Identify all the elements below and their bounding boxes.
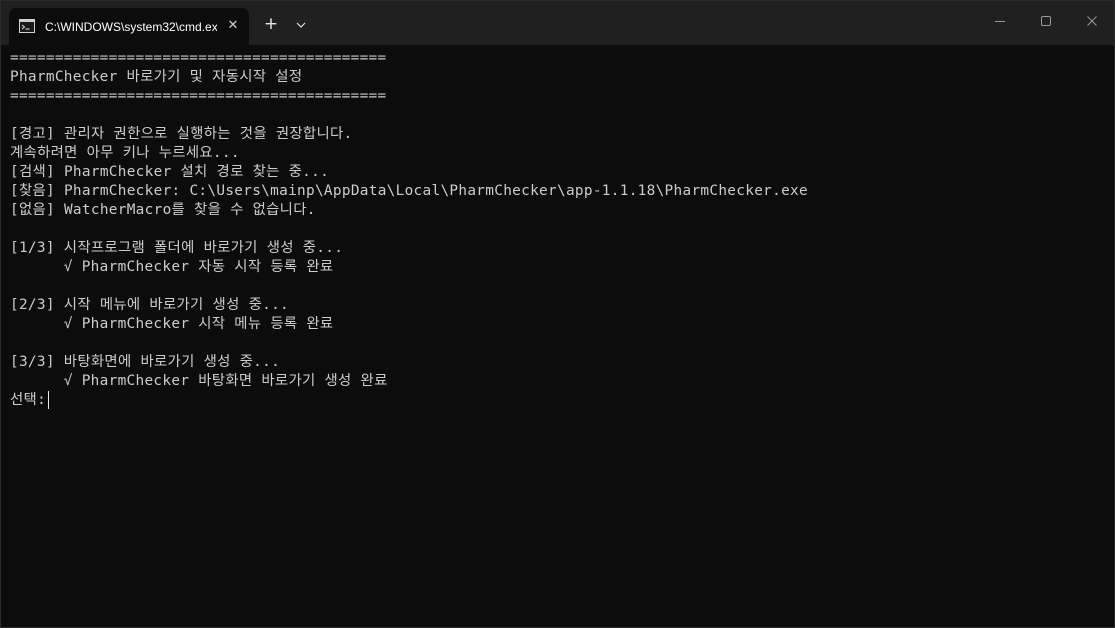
maximize-icon[interactable] — [1023, 1, 1069, 41]
console-line: ========================================… — [10, 50, 387, 66]
console-line: [1/3] 시작프로그램 폴더에 바로가기 생성 중... — [10, 240, 344, 256]
close-tab-icon[interactable]: ✕ — [225, 18, 241, 34]
console-output[interactable]: ========================================… — [10, 49, 1114, 627]
console-line: [찾음] PharmChecker: C:\Users\mainp\AppDat… — [10, 183, 808, 199]
console-line: [검색] PharmChecker 설치 경로 찾는 중... — [10, 164, 330, 180]
prompt-text: 선택: — [10, 392, 47, 408]
console-line: ========================================… — [10, 88, 387, 104]
minimize-icon[interactable] — [977, 1, 1023, 41]
console-line: [3/3] 바탕화면에 바로가기 생성 중... — [10, 354, 281, 370]
console-line: [경고] 관리자 권한으로 실행하는 것을 권장합니다. — [10, 126, 353, 142]
terminal-window: C:\WINDOWS\system32\cmd.exe ✕ + ========… — [0, 0, 1115, 628]
text-cursor — [48, 391, 50, 409]
console-line: √ PharmChecker 바탕화면 바로가기 생성 완료 — [10, 373, 388, 389]
console-line: PharmChecker 바로가기 및 자동시작 설정 — [10, 69, 303, 85]
console-line: √ PharmChecker 시작 메뉴 등록 완료 — [10, 316, 334, 332]
title-bar: C:\WINDOWS\system32\cmd.exe ✕ + — [1, 1, 1114, 45]
tab-title: C:\WINDOWS\system32\cmd.exe — [45, 20, 217, 34]
tab-cmd[interactable]: C:\WINDOWS\system32\cmd.exe ✕ — [9, 8, 249, 45]
prompt-line[interactable]: 선택: — [10, 391, 1114, 410]
console-line: 계속하려면 아무 키나 누르세요... — [10, 145, 240, 161]
chevron-down-icon[interactable] — [291, 13, 311, 37]
close-icon[interactable] — [1069, 1, 1114, 41]
new-tab-button[interactable]: + — [259, 13, 283, 37]
console-line: [2/3] 시작 메뉴에 바로가기 생성 중... — [10, 297, 290, 313]
console-line: [없음] WatcherMacro를 찾을 수 없습니다. — [10, 202, 316, 218]
console-line: √ PharmChecker 자동 시작 등록 완료 — [10, 259, 334, 275]
cmd-icon — [19, 19, 35, 33]
